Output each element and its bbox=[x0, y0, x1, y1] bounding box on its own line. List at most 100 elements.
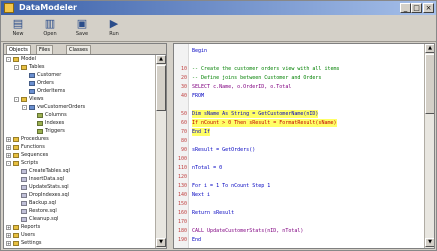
tree-node-icon bbox=[29, 81, 35, 86]
line-number: 170 bbox=[177, 219, 187, 225]
code-line[interactable]: 120 bbox=[174, 173, 420, 181]
object-browser-pane: Objects Files Classes - Model - Tables Custome… bbox=[3, 43, 167, 249]
toolbar-button-run[interactable]: ▶ Run bbox=[103, 17, 125, 39]
code-line[interactable]: 160 Return sResult bbox=[174, 209, 420, 217]
code-line[interactable]: 100 bbox=[174, 155, 420, 163]
code-line[interactable]: 190 End bbox=[174, 236, 420, 244]
tree-node-icon bbox=[29, 89, 35, 94]
scroll-down-arrow-icon[interactable]: ▼ bbox=[425, 238, 434, 247]
code-line[interactable]: 90 sResult = GetOrders() bbox=[174, 146, 420, 154]
tree-node-icon bbox=[21, 169, 27, 174]
scroll-thumb[interactable] bbox=[425, 54, 434, 114]
tree-node[interactable]: - Scripts bbox=[6, 160, 154, 167]
minimize-button[interactable]: _ bbox=[400, 3, 411, 13]
tree-node-icon bbox=[29, 105, 35, 110]
line-number: 120 bbox=[177, 174, 187, 180]
tab-classes[interactable]: Classes bbox=[66, 45, 91, 54]
collapse-icon[interactable]: - bbox=[22, 105, 27, 110]
toolbar-button-save[interactable]: ▣ Save bbox=[71, 17, 93, 39]
tab-files[interactable]: Files bbox=[36, 45, 53, 54]
tree-node[interactable]: + Procedures bbox=[6, 136, 154, 143]
expand-icon[interactable]: + bbox=[6, 145, 11, 150]
code-line[interactable]: 170 bbox=[174, 218, 420, 226]
code-line[interactable]: 20 -- Define joins between Customer and O… bbox=[174, 74, 420, 82]
code-line[interactable]: 130 For i = 1 To nCount Step 1 bbox=[174, 182, 420, 190]
code-line[interactable]: 140 Next i bbox=[174, 191, 420, 199]
expand-icon[interactable]: + bbox=[6, 241, 11, 246]
scroll-thumb[interactable] bbox=[156, 65, 166, 111]
maximize-button[interactable]: □ bbox=[411, 3, 422, 13]
expand-icon[interactable]: + bbox=[6, 137, 11, 142]
code-line[interactable]: 10 -- Create the customer orders view wit… bbox=[174, 65, 420, 73]
tree-node-label: CreateTables.sql bbox=[29, 168, 70, 174]
code-line[interactable]: 180 CALL UpdateCustomerStats(nID, nTotal… bbox=[174, 227, 420, 235]
scroll-down-arrow-icon[interactable]: ▼ bbox=[156, 238, 166, 247]
line-number: 180 bbox=[177, 228, 187, 234]
tree-node[interactable]: Orders bbox=[6, 80, 154, 87]
code-line[interactable]: 70 End If bbox=[174, 128, 420, 136]
editor-scrollbar[interactable]: ▲ ▼ bbox=[424, 44, 434, 248]
tree-node[interactable]: CreateTables.sql bbox=[6, 168, 154, 175]
code-text: nTotal = 0 bbox=[192, 165, 223, 171]
code-text: End If bbox=[192, 128, 211, 136]
title-bar[interactable]: DataModeler _ □ × bbox=[1, 1, 436, 15]
line-number: 80 bbox=[180, 138, 187, 144]
expand-icon[interactable]: + bbox=[6, 153, 11, 158]
collapse-icon[interactable]: - bbox=[6, 161, 11, 166]
code-text: For i = 1 To nCount Step 1 bbox=[192, 183, 271, 189]
expand-icon[interactable]: + bbox=[6, 233, 11, 238]
code-text: End bbox=[192, 237, 202, 243]
app-window: DataModeler _ □ × ▤ New ▥ Open ▣ Save ▶ Run Obj… bbox=[0, 0, 437, 251]
toolbar-button-new[interactable]: ▤ New bbox=[7, 17, 29, 39]
code-line[interactable]: 40 FROM bbox=[174, 92, 420, 100]
tree-node-icon bbox=[29, 73, 35, 78]
tree-scrollbar[interactable]: ▲ ▼ bbox=[155, 55, 166, 248]
collapse-icon[interactable]: - bbox=[14, 65, 19, 70]
tree-node[interactable]: OrderItems bbox=[6, 88, 154, 95]
code-line[interactable]: 60 If nCount > 0 Then sResult = FormatRes… bbox=[174, 119, 420, 127]
code-text: FROM bbox=[192, 93, 205, 99]
tree-node[interactable]: Restore.sql bbox=[6, 208, 154, 215]
code-line[interactable]: Begin bbox=[174, 47, 420, 55]
tree-node[interactable]: Triggers bbox=[6, 128, 154, 135]
toolbar-button-open[interactable]: ▥ Open bbox=[39, 17, 61, 39]
tree-node[interactable]: + Settings bbox=[6, 240, 154, 247]
tree-node[interactable]: - vwCustomerOrders bbox=[6, 104, 154, 111]
code-line[interactable]: 110 nTotal = 0 bbox=[174, 164, 420, 172]
tree-node[interactable]: - Model bbox=[6, 56, 154, 63]
tree-node[interactable]: Indexes bbox=[6, 120, 154, 127]
expand-icon[interactable]: + bbox=[6, 225, 11, 230]
code-line[interactable] bbox=[174, 101, 420, 109]
code-line[interactable]: 50 Dim sName As String = GetCustomerName(… bbox=[174, 110, 420, 118]
code-line[interactable] bbox=[174, 56, 420, 64]
tree-node[interactable]: + Sequences bbox=[6, 152, 154, 159]
line-number: 60 bbox=[180, 120, 187, 126]
tree-node-icon bbox=[37, 113, 43, 118]
tree-node[interactable]: + Functions bbox=[6, 144, 154, 151]
tab-objects[interactable]: Objects bbox=[6, 45, 31, 54]
code-editor[interactable]: Begin 10 -- Create the customer orders vie… bbox=[173, 43, 435, 249]
tree-node-icon bbox=[21, 185, 27, 190]
collapse-icon[interactable]: - bbox=[14, 97, 19, 102]
scroll-up-arrow-icon[interactable]: ▲ bbox=[425, 44, 434, 53]
scroll-up-arrow-icon[interactable]: ▲ bbox=[156, 55, 166, 64]
tree-node[interactable]: Backup.sql bbox=[6, 200, 154, 207]
tree-node[interactable]: - Views bbox=[6, 96, 154, 103]
code-line[interactable]: 30 SELECT c.Name, o.OrderID, o.Total bbox=[174, 83, 420, 91]
line-number: 160 bbox=[177, 210, 187, 216]
tree-node[interactable]: Cleanup.sql bbox=[6, 216, 154, 223]
line-number: 50 bbox=[180, 111, 187, 117]
collapse-icon[interactable]: - bbox=[6, 57, 11, 62]
tree-node[interactable]: + Reports bbox=[6, 224, 154, 231]
code-line[interactable]: 80 bbox=[174, 137, 420, 145]
tree-node[interactable]: InsertData.sql bbox=[6, 176, 154, 183]
close-button[interactable]: × bbox=[423, 3, 434, 13]
tree-node[interactable]: Columns bbox=[6, 112, 154, 119]
tree-node[interactable]: UpdateStats.sql bbox=[6, 184, 154, 191]
tree-node[interactable]: DropIndexes.sql bbox=[6, 192, 154, 199]
code-text: SELECT c.Name, o.OrderID, o.Total bbox=[192, 84, 292, 90]
tree-node[interactable]: + Users bbox=[6, 232, 154, 239]
code-line[interactable]: 150 bbox=[174, 200, 420, 208]
tree-node[interactable]: Customer bbox=[6, 72, 154, 79]
tree-node[interactable]: - Tables bbox=[6, 64, 154, 71]
